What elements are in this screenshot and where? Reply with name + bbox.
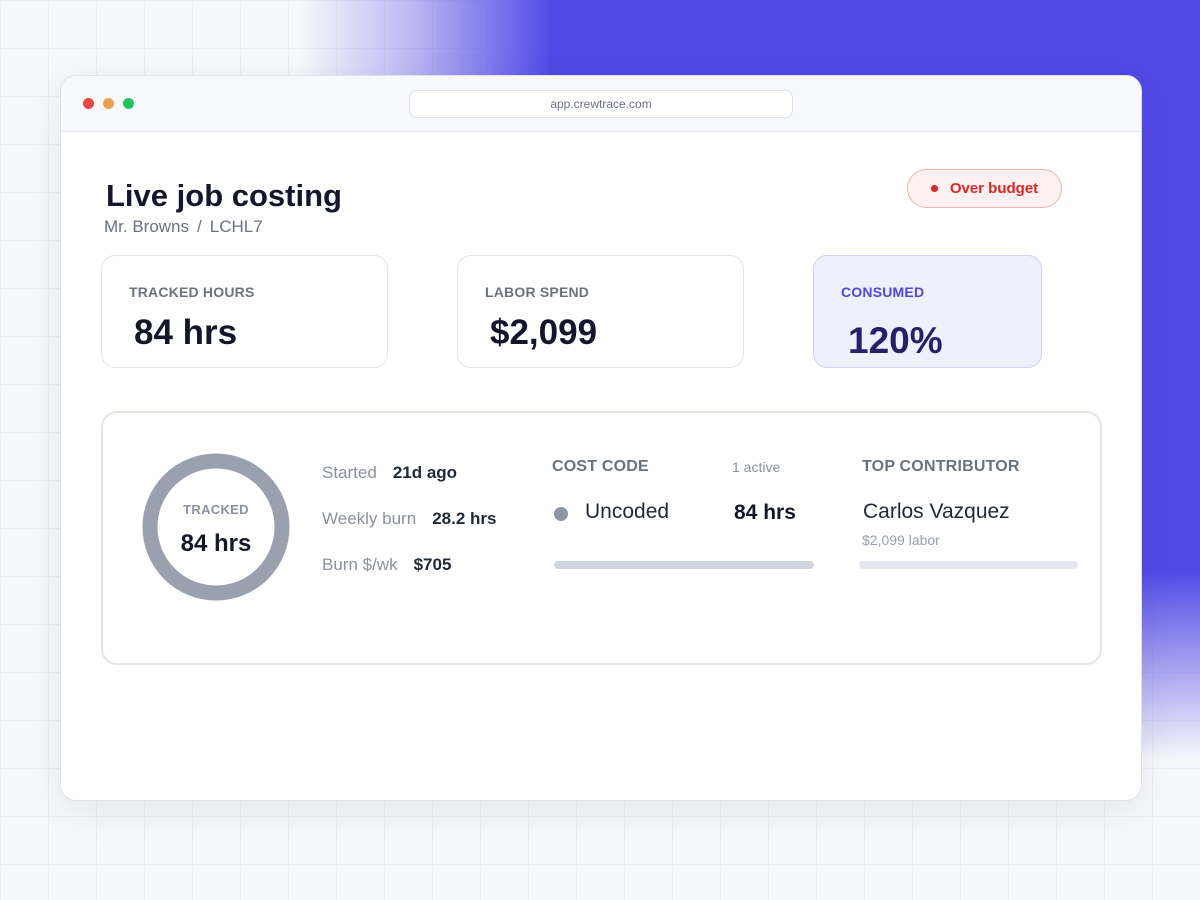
started-value: 21d ago bbox=[392, 463, 458, 482]
weekly-burn-row: Weekly burn 28.2 hrs bbox=[322, 509, 496, 529]
weekly-burn-label: Weekly burn bbox=[322, 509, 417, 528]
page-title: Live job costing bbox=[106, 178, 342, 213]
status-dot-icon bbox=[930, 185, 938, 192]
cost-code-dot-icon bbox=[554, 507, 568, 521]
tracked-donut-chart bbox=[142, 453, 290, 601]
breadcrumb-job: LCHL7 bbox=[209, 217, 263, 236]
minimize-window-button[interactable] bbox=[103, 98, 114, 109]
started-row: Started 21d ago bbox=[322, 463, 457, 483]
tracked-hours-label: TRACKED HOURS bbox=[129, 284, 255, 300]
tracked-hours-card: TRACKED HOURS 84 hrs bbox=[101, 255, 388, 368]
breadcrumb: Mr. Browns / LCHL7 bbox=[104, 217, 263, 237]
cost-code-heading: COST CODE bbox=[552, 458, 649, 475]
burn-cost-value: $705 bbox=[413, 555, 452, 574]
status-badge: Over budget bbox=[907, 169, 1062, 208]
cost-code-hours: 84 hrs bbox=[734, 501, 796, 524]
top-contributor-share-bar bbox=[859, 561, 1078, 569]
burn-cost-label: Burn $/wk bbox=[322, 555, 398, 574]
weekly-burn-value: 28.2 hrs bbox=[432, 509, 497, 528]
labor-spend-value: $2,099 bbox=[490, 313, 598, 352]
active-count: 1 active bbox=[732, 459, 781, 475]
close-window-button[interactable] bbox=[83, 98, 94, 109]
burn-cost-row: Burn $/wk $705 bbox=[322, 555, 451, 575]
top-contributor-labor: $2,099 labor bbox=[862, 532, 940, 548]
donut-value: 84 hrs bbox=[180, 530, 252, 557]
consumed-card: CONSUMED 120% bbox=[813, 255, 1042, 368]
top-contributor-name[interactable]: Carlos Vazquez bbox=[863, 500, 1010, 524]
top-contributor-heading: TOP CONTRIBUTOR bbox=[862, 458, 1020, 475]
cost-code-name[interactable]: Uncoded bbox=[585, 500, 669, 524]
consumed-value: 120% bbox=[848, 320, 943, 361]
job-detail-panel: TRACKED 84 hrs Started 21d ago Weekly bu… bbox=[101, 411, 1102, 665]
consumed-label: CONSUMED bbox=[841, 284, 925, 300]
top-contributor-share-fill bbox=[859, 561, 1078, 569]
labor-spend-label: LABOR SPEND bbox=[485, 284, 590, 300]
donut-label: TRACKED bbox=[183, 502, 249, 517]
breadcrumb-separator: / bbox=[197, 217, 202, 236]
cost-code-share-bar bbox=[554, 561, 814, 569]
status-badge-label: Over budget bbox=[949, 180, 1039, 197]
labor-spend-card: LABOR SPEND $2,099 bbox=[457, 255, 744, 368]
donut-progress-arc bbox=[142, 453, 290, 601]
tracked-hours-value: 84 hrs bbox=[134, 313, 238, 352]
browser-window: app.crewtrace.com Live job costing Mr. B… bbox=[60, 75, 1142, 801]
browser-titlebar: app.crewtrace.com bbox=[61, 76, 1141, 132]
maximize-window-button[interactable] bbox=[123, 98, 134, 109]
address-bar[interactable]: app.crewtrace.com bbox=[409, 90, 793, 118]
page-content: Live job costing Mr. Browns / LCHL7 Over b… bbox=[61, 132, 1141, 800]
started-label: Started bbox=[322, 463, 377, 482]
cost-code-share-fill bbox=[554, 561, 814, 569]
breadcrumb-client[interactable]: Mr. Browns bbox=[104, 217, 189, 236]
